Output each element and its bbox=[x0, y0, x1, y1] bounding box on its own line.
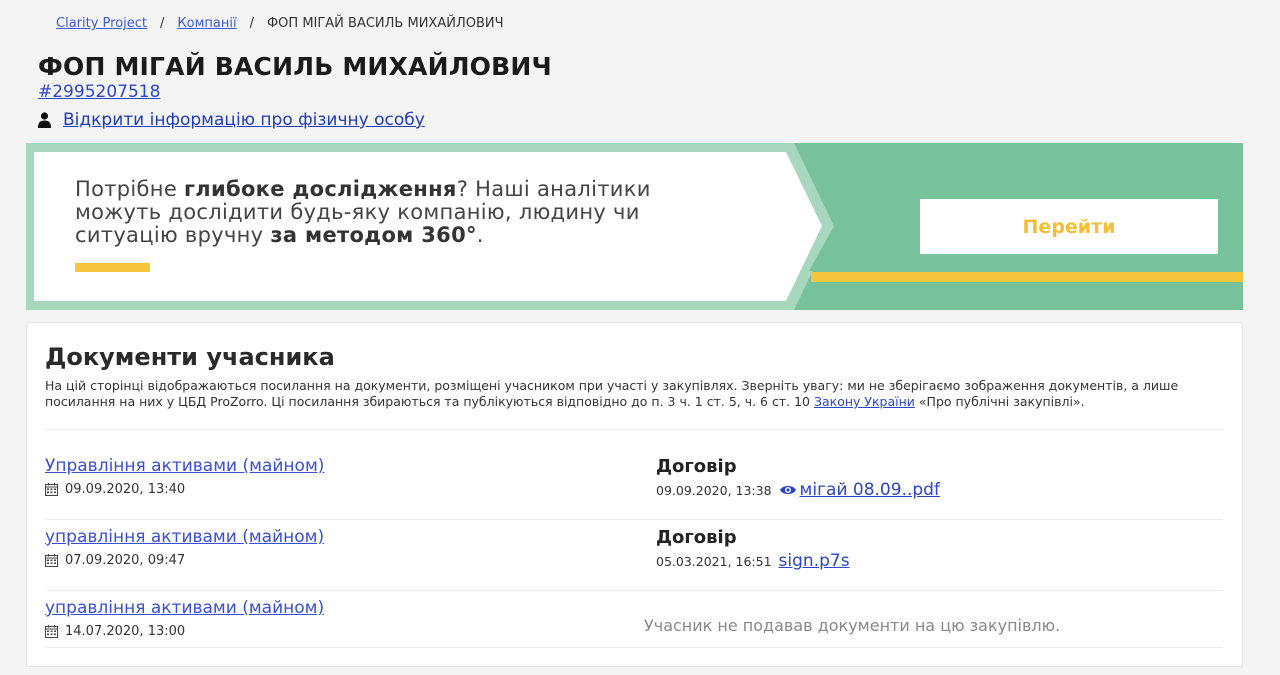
promo-go-button[interactable]: Перейти bbox=[920, 199, 1218, 254]
promo-text-bold: за методом 360° bbox=[270, 223, 477, 247]
documents-description: На цій сторінці відображаються посилання… bbox=[45, 378, 1225, 410]
breadcrumb: Clarity Project / Компанії / ФОП МІГАЙ В… bbox=[56, 16, 504, 31]
document-file-name: мігай 08.09..pdf bbox=[799, 480, 940, 500]
promo-text-bold: глибоке дослідження bbox=[184, 177, 457, 201]
description-text: «Про публічні закупівлі». bbox=[914, 394, 1085, 409]
divider bbox=[45, 647, 1223, 648]
no-documents-message: Учасник не подавав документи на цю закуп… bbox=[644, 616, 1061, 635]
tender-date: 09.09.2020, 13:40 bbox=[45, 482, 185, 497]
person-info-link[interactable]: Відкрити інформацію про фізичну особу bbox=[63, 110, 425, 130]
breadcrumb-current: ФОП МІГАЙ ВАСИЛЬ МИХАЙЛОВИЧ bbox=[266, 16, 504, 31]
document-date: 09.09.2020, 13:38 bbox=[656, 482, 772, 498]
documents-title: Документи учасника bbox=[45, 343, 335, 371]
promo-accent-bar bbox=[75, 263, 150, 272]
promo-text: Потрібне глибоке дослідження? Наші аналі… bbox=[75, 178, 675, 247]
participant-documents-card: Документи учасника На цій сторінці відоб… bbox=[26, 322, 1243, 667]
calendar-icon bbox=[45, 625, 58, 638]
divider bbox=[45, 590, 1223, 591]
document-file-name: sign.p7s bbox=[778, 551, 850, 571]
page-title: ФОП МІГАЙ ВАСИЛЬ МИХАЙЛОВИЧ bbox=[38, 52, 552, 81]
promo-text-part: . bbox=[476, 223, 484, 247]
promo-text-part: Потрібне bbox=[75, 177, 185, 201]
tender-link[interactable]: управління активами (майном) bbox=[45, 527, 324, 547]
document-meta: 09.09.2020, 13:38 мігай 08.09..pdf bbox=[656, 480, 940, 500]
tender-date-text: 09.09.2020, 13:40 bbox=[65, 482, 186, 497]
tender-date: 07.09.2020, 09:47 bbox=[45, 553, 185, 568]
document-row: управління активами (майном) 14.07.2020,… bbox=[27, 598, 1244, 668]
breadcrumb-home-link[interactable]: Clarity Project bbox=[56, 16, 147, 31]
document-file-link[interactable]: sign.p7s bbox=[779, 551, 850, 571]
person-info-row: Відкрити інформацію про фізичну особу bbox=[38, 110, 425, 130]
document-date: 05.03.2021, 16:51 bbox=[656, 553, 772, 569]
tender-date: 14.07.2020, 13:00 bbox=[45, 624, 185, 639]
breadcrumb-companies-link[interactable]: Компанії bbox=[177, 16, 236, 31]
tender-link[interactable]: управління активами (майном) bbox=[45, 598, 324, 618]
document-file-link[interactable]: мігай 08.09..pdf bbox=[779, 480, 940, 500]
person-icon bbox=[38, 112, 51, 128]
document-row: управління активами (майном) 07.09.2020,… bbox=[27, 527, 1244, 597]
divider bbox=[45, 429, 1223, 430]
document-type: Договір bbox=[656, 456, 737, 477]
promo-banner: Потрібне глибоке дослідження? Наші аналі… bbox=[26, 143, 1243, 310]
breadcrumb-separator: / bbox=[160, 16, 165, 31]
tender-date-text: 14.07.2020, 13:00 bbox=[65, 624, 186, 639]
document-meta: 05.03.2021, 16:51 sign.p7s bbox=[656, 551, 850, 571]
company-id-link[interactable]: #2995207518 bbox=[38, 82, 160, 102]
document-type: Договір bbox=[656, 527, 737, 548]
document-row: Управління активами (майном) 09.09.2020,… bbox=[27, 456, 1244, 526]
eye-icon bbox=[779, 485, 796, 495]
calendar-icon bbox=[45, 554, 58, 567]
tender-link[interactable]: Управління активами (майном) bbox=[45, 456, 324, 476]
tender-date-text: 07.09.2020, 09:47 bbox=[65, 553, 186, 568]
breadcrumb-separator: / bbox=[249, 16, 254, 31]
calendar-icon bbox=[45, 483, 58, 496]
divider bbox=[45, 519, 1223, 520]
law-link[interactable]: Закону України bbox=[814, 394, 915, 409]
